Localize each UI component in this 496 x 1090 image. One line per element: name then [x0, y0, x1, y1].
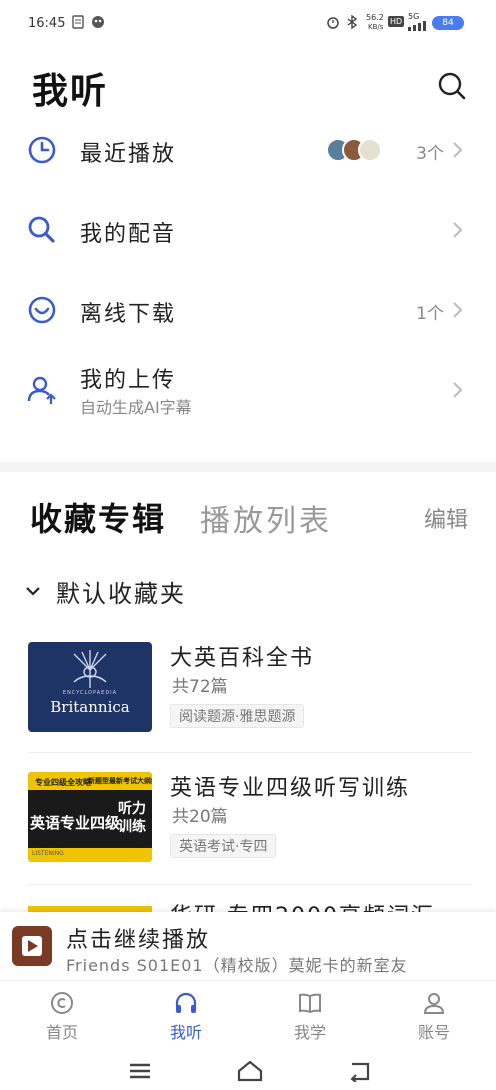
menu-label: 我的上传: [80, 368, 177, 393]
tab-favorite-albums[interactable]: 收藏专辑: [30, 494, 166, 540]
menu-label: 我的配音: [80, 222, 177, 247]
network-unit: KB/s: [368, 23, 384, 31]
player-subtitle: Friends S01E01（精校版）莫妮卡的新室友: [66, 956, 408, 975]
album-tags: 阅读题源·雅思题源: [170, 704, 305, 728]
tab-playlist[interactable]: 播放列表: [200, 496, 332, 540]
bluetooth-icon: [347, 15, 358, 29]
search-icon: [28, 216, 55, 243]
download-icon: [28, 296, 56, 324]
album-tags: 英语考试·专四: [170, 834, 277, 858]
status-time: 16:45: [28, 16, 66, 31]
section-divider: [0, 462, 496, 472]
avatar: [358, 138, 382, 162]
mini-player[interactable]: 点击继续播放 Friends S01E01（精校版）莫妮卡的新室友: [0, 912, 496, 980]
cover-text: 听力训练: [118, 801, 146, 835]
status-bar: 16:45 56.2 KB/s HD 5G 84: [0, 0, 496, 46]
edit-button[interactable]: 编辑: [424, 502, 468, 534]
nav-listen[interactable]: 我听: [124, 981, 248, 1042]
home-icon: [51, 992, 73, 1014]
folder-name: 默认收藏夹: [56, 580, 186, 608]
home-button-icon[interactable]: [236, 1060, 264, 1082]
thistle-logo: [73, 650, 107, 688]
file-notification-icon: [72, 15, 84, 29]
cover-title: Britannica: [50, 698, 130, 716]
nav-learn[interactable]: 我学: [248, 981, 372, 1042]
album-cover: 专业四级全攻略 新题型最新考试大纲编写 英语专业四级 听力训练 LISTENIN…: [28, 772, 152, 862]
cover-text: 新题型最新考试大纲编写: [88, 777, 152, 785]
album-item[interactable]: ENCYCLOPAEDIA Britannica 大英百科全书 共72篇 阅读题…: [0, 632, 496, 742]
album-count: 共72篇: [172, 677, 228, 697]
system-nav-bar: [0, 1046, 496, 1090]
signal-icon: [408, 21, 426, 31]
cover-subtitle: ENCYCLOPAEDIA: [62, 690, 118, 696]
book-icon: [299, 993, 321, 1014]
cover-text: 英语专业四级: [30, 814, 121, 832]
back-icon[interactable]: [346, 1060, 374, 1082]
album-item[interactable]: 专业四级全攻略 新题型最新考试大纲编写 英语专业四级 听力训练 LISTENIN…: [0, 762, 496, 872]
menu-item-upload[interactable]: 我的上传 自动生成AI字幕: [0, 354, 496, 434]
network-speed: 56.2: [366, 13, 384, 22]
headphones-icon: [175, 992, 197, 1013]
page-title: 我听: [32, 71, 109, 112]
menu-item-dubbing[interactable]: 我的配音: [0, 190, 496, 270]
menu-item-offline[interactable]: 离线下载 1个: [0, 270, 496, 350]
nav-label: 首页: [45, 1023, 78, 1042]
nav-label: 账号: [417, 1023, 450, 1042]
chevron-right-icon: [453, 302, 463, 318]
menu-count: 1个: [416, 304, 444, 324]
play-icon: [22, 936, 42, 956]
menu-sublabel: 自动生成AI字幕: [80, 398, 192, 417]
player-cover: [12, 926, 52, 966]
recent-avatars: [326, 138, 388, 164]
menu-count: 3个: [416, 144, 444, 164]
player-title: 点击继续播放: [66, 928, 211, 953]
chevron-down-icon: [26, 587, 40, 596]
menu-label: 离线下载: [80, 302, 177, 327]
clock-icon: [28, 136, 56, 164]
nav-label: 我听: [169, 1023, 202, 1042]
nav-label: 我学: [293, 1023, 326, 1042]
menu-icon[interactable]: [126, 1060, 154, 1082]
menu-label: 最近播放: [80, 142, 177, 167]
bottom-nav: 首页 我听 我学 账号: [0, 980, 496, 1042]
cover-text: 专业四级全攻略: [32, 776, 94, 789]
album-count: 共20篇: [172, 807, 228, 827]
app-notification-icon: [92, 16, 104, 28]
row-divider: [28, 884, 472, 885]
chevron-right-icon: [453, 222, 463, 238]
chevron-right-icon: [453, 142, 463, 158]
chevron-right-icon: [453, 382, 463, 398]
battery-indicator: 84: [432, 16, 464, 30]
album-title: 英语专业四级听写训练: [170, 776, 411, 801]
search-icon[interactable]: [436, 70, 468, 102]
account-icon: [423, 993, 445, 1014]
signal-5g: 5G: [408, 12, 420, 21]
hd-badge: HD: [388, 16, 405, 27]
album-cover: ENCYCLOPAEDIA Britannica: [28, 642, 152, 732]
cover-text: LISTENING: [32, 850, 64, 857]
menu-item-recent[interactable]: 最近播放 3个: [0, 110, 496, 190]
upload-user-icon: [27, 376, 56, 404]
album-title: 大英百科全书: [170, 646, 315, 671]
alarm-icon: [327, 17, 339, 29]
row-divider: [28, 752, 472, 753]
nav-home[interactable]: 首页: [0, 981, 124, 1042]
nav-account[interactable]: 账号: [372, 981, 496, 1042]
